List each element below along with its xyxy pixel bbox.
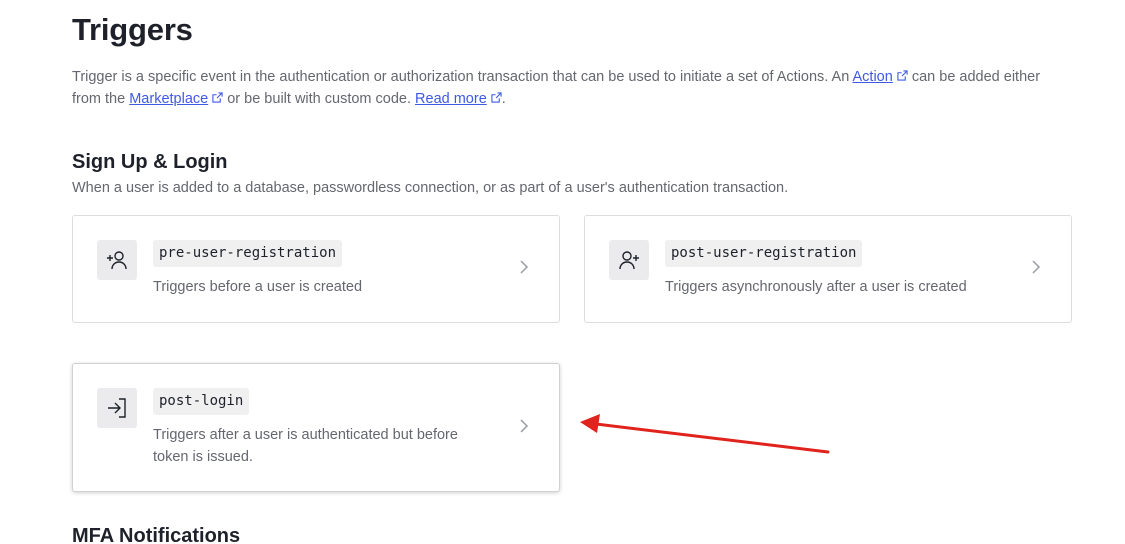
external-link-icon [897, 70, 908, 81]
read-more-link[interactable]: Read more [415, 91, 487, 107]
action-link[interactable]: Action [853, 69, 893, 85]
trigger-name: pre-user-registration [153, 240, 343, 267]
trigger-name: post-user-registration [665, 240, 863, 267]
trigger-card-pre-user-registration[interactable]: pre-user-registration Triggers before a … [72, 215, 560, 323]
user-added-icon [609, 240, 649, 280]
intro-text: . [501, 91, 506, 107]
trigger-card-post-user-registration[interactable]: post-user-registration Triggers asynchro… [584, 215, 1072, 323]
section-title-mfa-notifications: MFA Notifications [72, 525, 241, 544]
chevron-right-icon [520, 419, 529, 433]
intro-text: or be built with custom code. [223, 91, 416, 107]
intro-text: Trigger is a specific event in the authe… [72, 69, 853, 85]
trigger-description: Triggers before a user is created [153, 279, 363, 295]
page-title: Triggers [72, 12, 193, 47]
section-title-signup-login: Sign Up & Login [72, 151, 228, 173]
trigger-description: Triggers after a user is authenticated b… [153, 427, 458, 465]
external-link-icon [491, 92, 502, 103]
login-icon [97, 388, 137, 428]
trigger-name: post-login [153, 388, 250, 415]
chevron-right-icon [520, 260, 529, 274]
marketplace-link[interactable]: Marketplace [129, 91, 208, 107]
page-intro: Trigger is a specific event in the authe… [72, 66, 1062, 110]
user-add-icon [97, 240, 137, 280]
external-link-icon [212, 92, 223, 103]
trigger-card-post-login[interactable]: post-login Triggers after a user is auth… [72, 363, 560, 492]
trigger-description: Triggers asynchronously after a user is … [665, 279, 967, 295]
chevron-right-icon [1032, 260, 1041, 274]
section-description-signup-login: When a user is added to a database, pass… [72, 180, 789, 196]
